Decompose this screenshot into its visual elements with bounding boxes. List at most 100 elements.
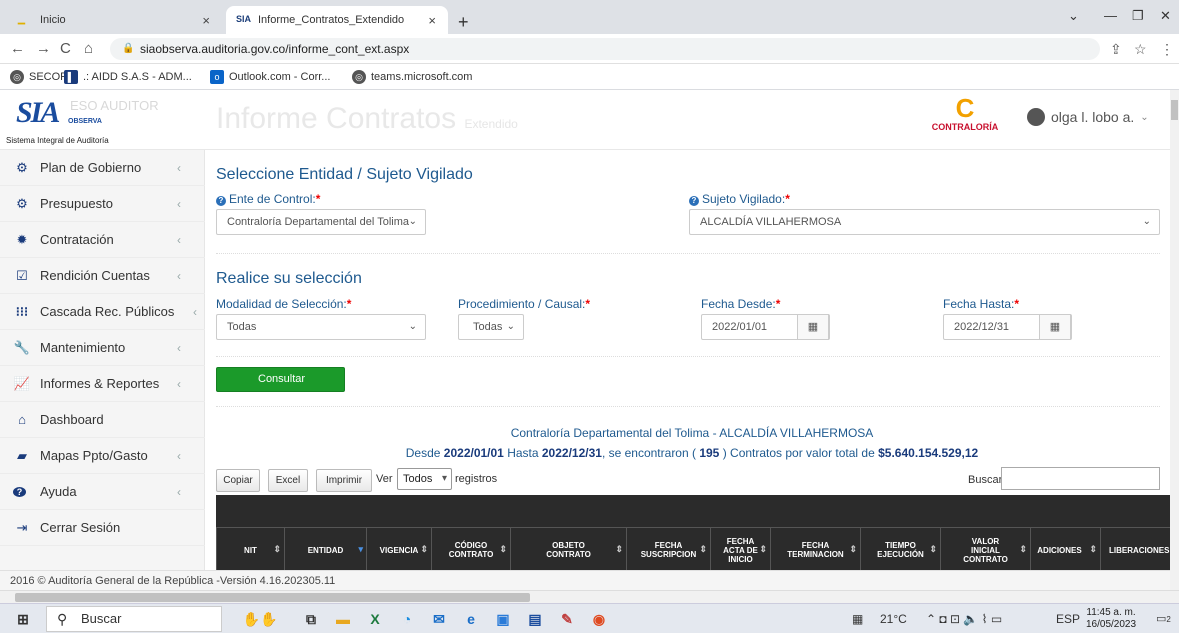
column-header-vigencia[interactable]: VIGENCIA ⇕: [366, 527, 431, 573]
sidebar-item-mapas[interactable]: ▰ Mapas Ppto/Gasto ‹: [0, 438, 205, 474]
tab-inicio[interactable]: ▁ Inicio ×: [8, 6, 222, 34]
window-close-icon[interactable]: ✕: [1160, 8, 1171, 24]
home-icon[interactable]: ⌂: [84, 40, 93, 57]
chevron-left-icon: ‹: [177, 196, 181, 211]
paint-icon[interactable]: ✎: [556, 608, 578, 630]
tab-informe[interactable]: SIA Informe_Contratos_Extendido ×: [226, 6, 448, 34]
site-favicon-icon: ▁: [18, 14, 25, 24]
sort-icon: ⇕: [273, 544, 281, 554]
column-header-liberaciones[interactable]: LIBERACIONES: [1100, 527, 1175, 573]
sort-icon: ⇕: [499, 544, 507, 554]
column-header-codigo[interactable]: CÓDIGO CONTRATO ⇕: [431, 527, 510, 573]
bookmark-secop[interactable]: ◎ SECOP: [10, 70, 68, 84]
bookmark-teams[interactable]: ◎ teams.microsoft.com: [352, 70, 472, 84]
file-explorer-icon[interactable]: ▬: [332, 608, 354, 630]
column-header-fecha-acta[interactable]: FECHA ACTA DE INICIO ⇕: [710, 527, 770, 573]
horizontal-scrollbar[interactable]: [0, 590, 1179, 603]
url-text: siaobserva.auditoria.gov.co/informe_cont…: [140, 42, 410, 56]
fecha-desde-input[interactable]: 2022/01/01 ▦: [701, 314, 830, 340]
chevron-down-icon: ⌄: [408, 216, 417, 227]
restore-icon[interactable]: ❐: [1132, 8, 1144, 24]
chevron-down-icon: ▾: [441, 473, 447, 484]
sidebar-item-rendicion[interactable]: ☑ Rendición Cuentas ‹: [0, 258, 205, 294]
column-header-entidad[interactable]: ENTIDAD ▾: [284, 527, 366, 573]
url-input[interactable]: 🔒 siaobserva.auditoria.gov.co/informe_co…: [110, 38, 1100, 60]
chrome-icon[interactable]: ◉: [588, 608, 610, 630]
search-input[interactable]: [1001, 467, 1160, 490]
user-menu[interactable]: olga l. lobo a. ⌄: [1027, 108, 1149, 126]
windows-start-icon[interactable]: ⊞: [12, 608, 34, 630]
column-header-nit[interactable]: NIT ⇕: [216, 527, 284, 573]
calendar-icon[interactable]: ▦: [1039, 314, 1071, 340]
store-icon[interactable]: ▤: [524, 608, 546, 630]
copy-button[interactable]: Copiar: [216, 469, 260, 492]
temperature[interactable]: 21°C: [880, 612, 907, 626]
column-header-valor-inicial[interactable]: VALOR INICIAL CONTRATO ⇕: [940, 527, 1030, 573]
sidebar-item-cascada[interactable]: ⁝⁝⁝ Cascada Rec. Públicos ‹: [0, 294, 205, 330]
minimize-icon[interactable]: —: [1104, 8, 1117, 23]
star-icon[interactable]: ☆: [1134, 41, 1147, 58]
calendar-icon[interactable]: ▦: [797, 314, 829, 340]
scrollbar-thumb[interactable]: [1171, 100, 1178, 120]
task-view-icon[interactable]: ⧉: [300, 608, 322, 630]
column-header-fecha-terminacion[interactable]: FECHA TERMINACION ⇕: [770, 527, 860, 573]
bookmark-aidd[interactable]: ▌.: AIDD S.A.S - ADM...: [64, 70, 192, 84]
close-icon[interactable]: ×: [202, 13, 210, 28]
chevron-left-icon: ‹: [177, 376, 181, 391]
column-header-tiempo[interactable]: TIEMPO EJECUCIÓN ⇕: [860, 527, 940, 573]
procedimiento-select[interactable]: Todas ⌄: [458, 314, 524, 340]
column-header-fecha-suscripcion[interactable]: FECHA SUSCRIPCION ⇕: [626, 527, 710, 573]
results-entity: Contraloría Departamental del Tolima - A…: [510, 426, 874, 440]
sidebar-item-plan-gobierno[interactable]: ⚙ Plan de Gobierno ‹: [0, 150, 205, 186]
sidebar-item-presupuesto[interactable]: ⚙ Presupuesto ‹: [0, 186, 205, 222]
address-bar-row: ← → C ⌂ 🔒 siaobserva.auditoria.gov.co/in…: [0, 34, 1179, 64]
modalidad-select[interactable]: Todas ⌄: [216, 314, 426, 340]
menu-icon[interactable]: ⋮: [1160, 41, 1174, 58]
hands-widget-icon[interactable]: ✋✋: [238, 608, 282, 630]
sort-icon: ⇕: [420, 544, 428, 554]
vertical-scrollbar[interactable]: [1170, 90, 1179, 590]
clock[interactable]: 11:45 a. m. 16/05/2023: [1086, 607, 1136, 631]
ente-select[interactable]: Contraloría Departamental del Tolima ⌄: [216, 209, 426, 235]
notification-icon[interactable]: ▭2: [1156, 612, 1171, 625]
print-button[interactable]: Imprimir: [316, 469, 372, 492]
sujeto-select[interactable]: ALCALDÍA VILLAHERMOSA ⌄: [689, 209, 1160, 235]
column-header-adiciones[interactable]: ADICIONES ⇕: [1030, 527, 1100, 573]
sidebar-item-contratacion[interactable]: ✹ Contratación ‹: [0, 222, 205, 258]
excel-icon[interactable]: X: [364, 608, 386, 630]
taskbar-search[interactable]: ⚲ Buscar: [46, 606, 222, 632]
column-header-objeto[interactable]: OBJETO CONTRATO ⇕: [510, 527, 626, 573]
share-icon[interactable]: ⇪: [1110, 41, 1122, 58]
consultar-button[interactable]: Consultar: [216, 367, 345, 392]
fecha-hasta-input[interactable]: 2022/12/31 ▦: [943, 314, 1072, 340]
bookmark-outlook[interactable]: o Outlook.com - Corr...: [210, 70, 330, 84]
edge-icon[interactable]: ◔: [396, 608, 418, 630]
sidebar-item-dashboard[interactable]: ⌂ Dashboard: [0, 402, 205, 438]
close-icon[interactable]: ×: [428, 13, 436, 28]
new-tab-button[interactable]: +: [458, 12, 469, 33]
sort-icon: ⇕: [1089, 544, 1097, 554]
sidebar-item-mantenimiento[interactable]: 🔧 Mantenimiento ‹: [0, 330, 205, 366]
reload-icon[interactable]: C: [60, 40, 71, 57]
back-icon[interactable]: ←: [10, 40, 25, 57]
page-length-select[interactable]: Todos ▾: [397, 468, 452, 490]
tray-icons[interactable]: ⌃ ◘ ⊡ 🔈 ⌇ ▭: [926, 612, 1002, 626]
mail-icon[interactable]: ✉: [428, 608, 450, 630]
section-title-seleccion: Realice su selección: [216, 270, 362, 287]
sidebar-item-informes[interactable]: 📈 Informes & Reportes ‹: [0, 366, 205, 402]
scrollbar-thumb[interactable]: [15, 593, 530, 602]
weather-icon[interactable]: ▦: [852, 612, 863, 626]
sort-icon: ⇕: [759, 544, 767, 554]
photos-icon[interactable]: ▣: [492, 608, 514, 630]
sia-logo[interactable]: ESO AUDITOR SIA OBSERVA Sistema Integral…: [4, 96, 204, 146]
table-header-band: [216, 495, 1175, 527]
internet-explorer-icon[interactable]: e: [460, 608, 482, 630]
sidebar-item-cerrar-sesion[interactable]: ⇥ Cerrar Sesión: [0, 510, 205, 546]
language-indicator[interactable]: ESP: [1056, 612, 1080, 626]
chevron-down-icon[interactable]: ⌄: [1068, 8, 1079, 24]
excel-button[interactable]: Excel: [268, 469, 308, 492]
sidebar-item-ayuda[interactable]: ? Ayuda ‹: [0, 474, 205, 510]
sujeto-label: ? Sujeto Vigilado:*: [689, 192, 790, 206]
wrench-icon: 🔧: [13, 339, 31, 355]
forward-icon[interactable]: →: [36, 40, 51, 57]
